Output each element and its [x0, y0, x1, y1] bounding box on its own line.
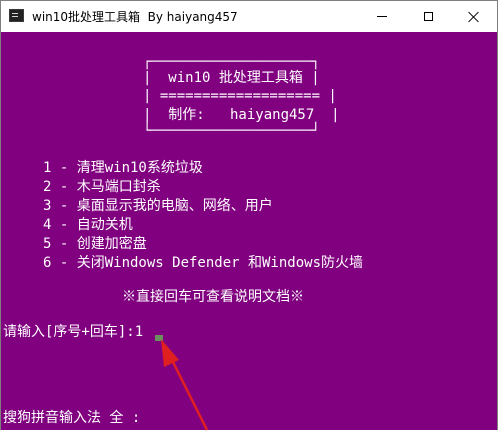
annotation-arrow-icon	[161, 339, 209, 431]
console-window: win10批处理工具箱 By haiyang457 ┌─────────────…	[0, 0, 498, 431]
